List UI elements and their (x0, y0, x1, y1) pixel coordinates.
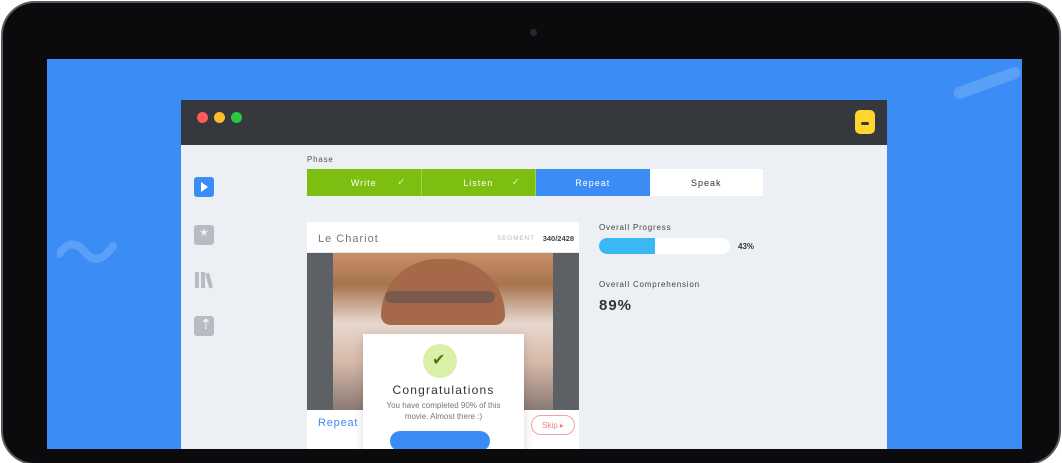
segment-label: SEGMENT (497, 235, 535, 242)
phase-step-speak[interactable]: Speak (649, 169, 763, 196)
video-image-detail (385, 291, 495, 303)
modal-continue-button[interactable] (390, 431, 490, 449)
overall-comprehension-value: 89% (599, 297, 633, 314)
phase-step-label: Repeat (575, 177, 611, 188)
check-circle-icon (423, 344, 457, 378)
check-icon: ✓ (397, 177, 407, 188)
overall-progress-value: 43% (738, 242, 755, 251)
movie-title: Le Chariot (318, 233, 379, 245)
modal-title: Congratulations (392, 383, 495, 397)
title-bar (181, 100, 887, 145)
phase-step-label: Write (350, 177, 377, 188)
app-window: Phase Write ✓ Listen ✓ Repeat Speak (181, 100, 887, 449)
phase-label: Phase (307, 155, 334, 164)
overall-progress-label: Overall Progress (599, 223, 672, 232)
phase-step-label: Speak (690, 177, 722, 188)
play-icon[interactable] (194, 177, 214, 197)
phase-step-listen[interactable]: Listen ✓ (421, 169, 536, 196)
phase-step-repeat[interactable]: Repeat (536, 169, 650, 196)
close-window-button[interactable] (197, 112, 208, 123)
library-icon[interactable] (194, 270, 214, 290)
check-icon: ✓ (511, 177, 521, 188)
camera-dot (530, 29, 537, 36)
background-squiggle (57, 240, 117, 263)
current-mode-label: Repeat (318, 417, 359, 429)
phase-step-write[interactable]: Write ✓ (307, 169, 422, 196)
modal-message: You have completed 90% of this movie. Al… (386, 401, 501, 421)
segment-count: 340/2428 (542, 234, 574, 243)
skip-button[interactable]: Skip ▸ (531, 415, 575, 435)
minimize-window-button[interactable] (214, 112, 225, 123)
overall-progress-bar (599, 238, 730, 254)
congratulations-modal: Congratulations You have completed 90% o… (363, 334, 524, 449)
overall-comprehension-label: Overall Comprehension (599, 280, 700, 289)
maximize-window-button[interactable] (231, 112, 242, 123)
screen: Phase Write ✓ Listen ✓ Repeat Speak (47, 59, 1022, 449)
background-decoration (952, 65, 1022, 101)
bookmark-icon[interactable] (194, 225, 214, 245)
overall-progress-fill (599, 238, 656, 254)
video-header: Le Chariot SEGMENT 340/2428 (307, 222, 579, 253)
upload-icon[interactable] (194, 316, 214, 336)
phase-steps: Write ✓ Listen ✓ Repeat Speak (307, 169, 763, 196)
laptop-frame: Phase Write ✓ Listen ✓ Repeat Speak (3, 3, 1059, 463)
app-logo-icon (855, 110, 875, 134)
phase-step-label: Listen (463, 177, 494, 188)
